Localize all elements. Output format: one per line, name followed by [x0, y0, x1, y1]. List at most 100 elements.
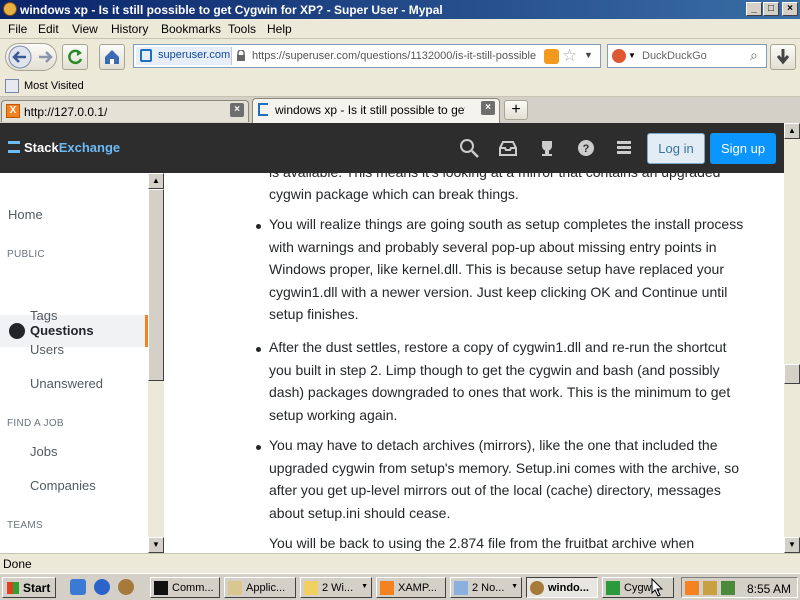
list-item: You may have to detach archives (mirrors… [269, 437, 740, 521]
partial-text-line-1: is available. This means it's looking at… [269, 173, 749, 184]
scroll-down-button[interactable]: ▼ [148, 537, 164, 553]
most-visited-icon [5, 79, 19, 93]
menu-view[interactable]: View [72, 22, 98, 36]
search-bar[interactable]: ▼ DuckDuckGo ⌕ [607, 44, 767, 68]
status-bar: Done [0, 553, 800, 573]
site-favicon-icon [140, 49, 152, 62]
list-item: You will realize things are going south … [269, 216, 744, 322]
maximize-button[interactable]: □ [763, 2, 779, 16]
stackexchange-logo[interactable]: StackExchange [8, 140, 120, 155]
tab-superuser[interactable]: windows xp - Is it still possible to get… [252, 98, 500, 123]
scroll-up-button[interactable]: ▲ [784, 123, 800, 139]
show-desktop-icon[interactable] [70, 579, 86, 595]
scroll-thumb[interactable] [148, 189, 164, 381]
search-icon[interactable] [459, 138, 479, 158]
reload-button[interactable] [62, 44, 88, 70]
close-window-button[interactable]: × [782, 2, 798, 16]
nav-heading-public: PUBLIC [7, 249, 45, 260]
taskbar-browser-window[interactable]: windo... [526, 577, 598, 598]
clock[interactable]: 8:55 AM [747, 582, 791, 596]
task-label: 2 Wi... [322, 582, 354, 594]
group-dropdown-icon: ▼ [511, 583, 518, 590]
site-identity-box[interactable]: superuser.com [136, 47, 232, 65]
signup-button[interactable]: Sign up [710, 133, 776, 164]
page-content: StackExchange ? Log in Sign up Home PUBL… [0, 123, 784, 553]
bookmark-star-icon[interactable]: ☆ [562, 46, 577, 66]
taskbar-notepad-group[interactable]: 2 No... ▼ [450, 577, 522, 598]
menu-help[interactable]: Help [267, 22, 292, 36]
new-tab-button[interactable]: + [504, 100, 528, 120]
site-header: StackExchange ? Log in Sign up [0, 123, 784, 173]
menu-bookmarks[interactable]: Bookmarks [161, 22, 221, 36]
lock-icon [237, 50, 245, 61]
cygwin-icon [606, 581, 620, 595]
back-arrow-icon[interactable] [6, 44, 58, 72]
login-button[interactable]: Log in [647, 133, 705, 164]
menu-tools[interactable]: Tools [228, 22, 256, 36]
menu-history[interactable]: History [111, 22, 148, 36]
mypal-icon[interactable] [118, 579, 134, 595]
tab-label: http://127.0.0.1/ [24, 105, 108, 119]
menu-file[interactable]: File [8, 22, 27, 36]
tray-network-icon[interactable] [721, 581, 735, 595]
xampp-tray-icon[interactable] [685, 581, 699, 595]
nav-heading-find-job: FIND A JOB [7, 418, 64, 429]
scroll-up-button[interactable]: ▲ [148, 173, 164, 189]
superuser-favicon-icon [258, 103, 268, 116]
nav-tags[interactable]: Tags [30, 308, 57, 323]
taskbar-command-prompt[interactable]: Comm... [150, 577, 220, 598]
task-label: 2 No... [472, 582, 505, 594]
nav-unanswered[interactable]: Unanswered [30, 376, 103, 391]
menu-edit[interactable]: Edit [38, 22, 59, 36]
logo-exchange-text: Exchange [58, 140, 121, 155]
search-engine-dropdown-icon[interactable]: ▼ [628, 51, 636, 60]
sidebar-scrollbar[interactable]: ▲ ▼ [148, 173, 164, 553]
mypal-icon [530, 581, 544, 595]
bullet-marker [256, 445, 261, 450]
nav-jobs[interactable]: Jobs [30, 444, 57, 459]
taskbar-applications[interactable]: Applic... [224, 577, 296, 598]
notepad-icon [454, 581, 468, 595]
url-dropdown-icon[interactable]: ▼ [584, 50, 593, 60]
home-button[interactable] [99, 44, 125, 70]
search-icon[interactable]: ⌕ [750, 47, 758, 64]
nav-questions[interactable]: Questions [0, 315, 148, 347]
start-button[interactable]: Start [2, 577, 56, 598]
search-input[interactable]: DuckDuckGo [642, 50, 707, 62]
nav-home[interactable]: Home [8, 207, 43, 222]
answer-body: is available. This means it's looking at… [164, 173, 784, 553]
xampp-icon [380, 581, 394, 595]
trophy-icon[interactable] [537, 138, 557, 158]
inbox-icon[interactable] [498, 138, 518, 158]
tab-localhost[interactable]: X http://127.0.0.1/ × [1, 100, 249, 122]
internet-explorer-icon[interactable] [94, 579, 110, 595]
scroll-down-button[interactable]: ▼ [784, 537, 800, 553]
globe-icon [9, 323, 25, 339]
taskbar-xampp[interactable]: XAMP... [376, 577, 446, 598]
taskbar-windows-group[interactable]: 2 Wi... ▼ [300, 577, 372, 598]
close-tab-icon[interactable]: × [481, 101, 495, 115]
site-switcher-icon[interactable] [614, 138, 634, 158]
minimize-button[interactable]: _ [746, 2, 762, 16]
nav-companies[interactable]: Companies [30, 478, 96, 493]
close-tab-icon[interactable]: × [230, 103, 244, 117]
logo-stack-text: Stack [24, 140, 59, 155]
most-visited-link[interactable]: Most Visited [24, 80, 84, 92]
rss-icon[interactable] [544, 49, 559, 64]
svg-text:?: ? [583, 143, 590, 155]
duckduckgo-icon[interactable] [612, 49, 626, 63]
home-icon [105, 50, 119, 64]
scroll-thumb[interactable] [784, 364, 800, 384]
window-title-bar[interactable]: windows xp - Is it still possible to get… [0, 0, 800, 19]
group-dropdown-icon: ▼ [361, 583, 368, 590]
status-text: Done [3, 557, 32, 571]
help-icon[interactable]: ? [576, 138, 596, 158]
nav-users[interactable]: Users [30, 342, 64, 357]
menu-lines-icon [8, 141, 20, 153]
left-sidebar: Home PUBLIC Questions Tags Users Unanswe… [0, 173, 148, 553]
page-scrollbar[interactable]: ▲ ▼ [784, 123, 800, 553]
url-bar[interactable]: superuser.com https://superuser.com/ques… [133, 44, 601, 68]
tray-app-icon[interactable] [703, 581, 717, 595]
task-label: Applic... [246, 582, 286, 594]
downloads-button[interactable] [770, 44, 796, 70]
